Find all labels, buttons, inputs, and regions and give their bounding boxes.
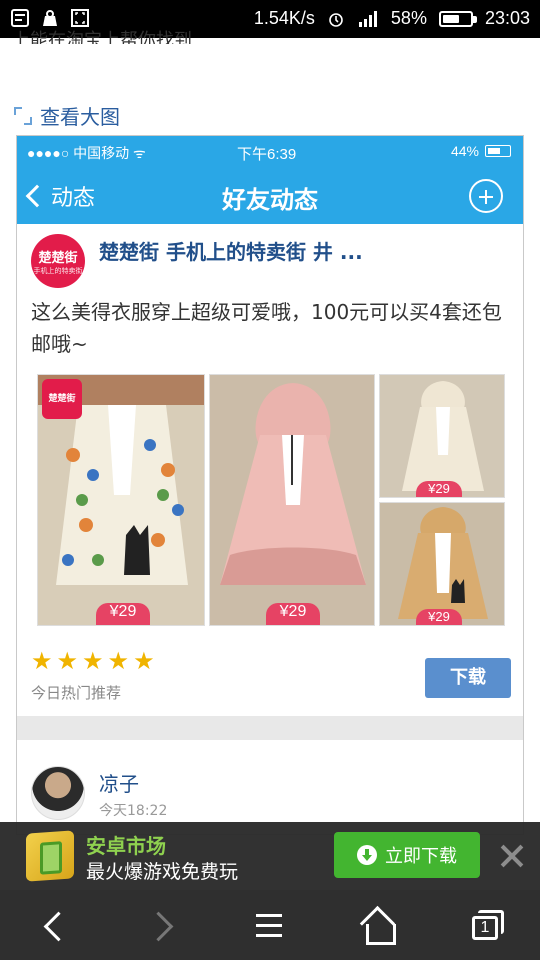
tabs-button[interactable]: 1: [464, 904, 508, 948]
chuchujie-tag: 楚楚街: [42, 379, 82, 419]
product-image-tan-coat: ¥29: [379, 502, 505, 626]
inner-page-title: 好友动态: [222, 186, 318, 214]
signal-icon: [358, 10, 377, 27]
battery-icon: [438, 10, 477, 27]
inner-time: 下午6:39: [237, 146, 297, 163]
ad-subtitle: 最火爆游戏免费玩: [86, 861, 239, 883]
notification-icon: [11, 9, 29, 27]
tan-coat-illustration: [380, 503, 504, 625]
star-icon: ★: [107, 647, 130, 675]
pink-cape-illustration: [210, 375, 374, 625]
expand-icon: [14, 106, 32, 125]
screenshot-icon: [71, 9, 89, 27]
chuchujie-logo: 楚楚街 手机上的特卖街: [31, 234, 85, 288]
menu-button[interactable]: [248, 904, 292, 948]
view-large-image-link[interactable]: 查看大图: [14, 101, 120, 130]
post-time: 今天18:22: [99, 803, 168, 819]
add-circle-icon: [469, 179, 503, 213]
beige-jacket-illustration: [380, 375, 504, 497]
star-icon: ★: [56, 647, 79, 675]
view-large-label: 查看大图: [40, 105, 120, 129]
post-title: 楚楚街 手机上的特卖街 井 ...: [99, 240, 363, 264]
product-image-beige-jacket: ¥29: [379, 374, 505, 498]
download-now-button[interactable]: 立即下载: [334, 832, 480, 878]
logo-text: 楚楚街: [38, 250, 78, 266]
star-icon: ★: [31, 647, 53, 675]
product-image-owl-coat: 楚楚街 ¥29: [37, 374, 205, 626]
forward-button[interactable]: [140, 904, 184, 948]
price-tag: ¥29: [96, 603, 150, 625]
home-button[interactable]: [356, 904, 400, 948]
product-image-pink-cape: ¥29: [209, 374, 375, 626]
article-text-partial: 上能在淘宝上帮你找到: [12, 30, 192, 44]
app-market-icon: [26, 830, 74, 882]
bag-icon: [43, 10, 57, 26]
price-tag: ¥29: [416, 609, 462, 625]
close-icon[interactable]: [498, 842, 526, 870]
ad-title: 安卓市场: [86, 834, 166, 858]
tab-count: 1: [472, 916, 498, 940]
download-now-label: 立即下载: [385, 846, 457, 867]
section-divider: [17, 716, 523, 740]
inner-nav-bar: 动态 好友动态: [17, 168, 523, 224]
logo-subtext: 手机上的特卖街: [33, 266, 83, 275]
user-avatar: [31, 766, 85, 820]
inner-status-bar: ●●●●○ 中国移动 ᯤ 下午6:39 44%: [17, 136, 523, 168]
post-text: 这么美得衣服穿上超级可爱哦，100元可以买4套还包邮哦~: [31, 300, 502, 356]
price-tag: ¥29: [266, 603, 320, 625]
inner-battery-icon: [485, 145, 511, 157]
inner-download-button: 下载: [425, 658, 511, 698]
star-icon: ★: [82, 647, 104, 675]
rating-stars: ★ ★ ★ ★ ★: [31, 649, 155, 673]
user-name: 凉子: [99, 772, 139, 796]
notification-icons: [10, 8, 90, 28]
alarm-icon: [329, 12, 343, 27]
star-icon: ★: [133, 647, 155, 675]
download-icon: [357, 845, 377, 865]
hot-today-label: 今日热门推荐: [31, 684, 122, 702]
price-tag: ¥29: [416, 481, 462, 497]
app-market-ad-banner[interactable]: 安卓市场 最火爆游戏免费玩 立即下载: [0, 822, 540, 890]
back-button[interactable]: [32, 904, 76, 948]
browser-toolbar: 1: [0, 890, 540, 960]
inner-battery-percent: 44%: [450, 143, 479, 159]
inner-carrier: ●●●●○ 中国移动 ᯤ: [27, 145, 146, 161]
embedded-screenshot[interactable]: ●●●●○ 中国移动 ᯤ 下午6:39 44% 动态 好友动态 楚楚街 手机上的…: [16, 135, 524, 835]
